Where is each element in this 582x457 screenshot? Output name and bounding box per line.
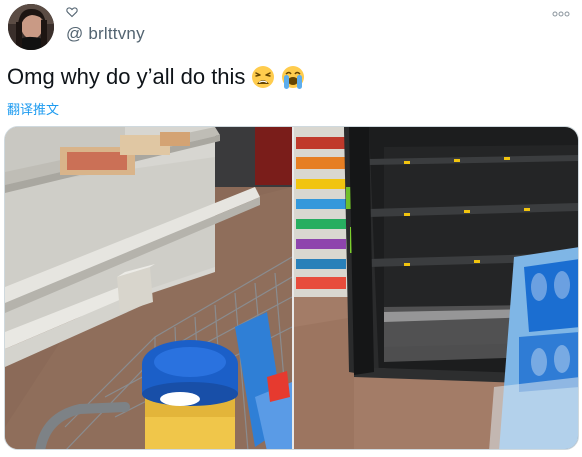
user-handle[interactable]: @ brlttvny [66,24,145,44]
tweet-text-row: Omg why do y’all do this [7,64,305,90]
tweet-card: @ brlttvny Omg why do y’all do this 翻译推文 [0,0,582,457]
empty-fridge-aisle-image [294,127,578,449]
loudly-crying-face-emoji-icon [282,66,305,89]
photo-empty-shelves-cart[interactable] [5,127,292,449]
heart-icon [66,7,78,18]
translate-tweet-link[interactable]: 翻译推文 [7,99,59,118]
avatar[interactable] [8,4,54,50]
avatar-image [8,4,54,50]
weary-face-emoji-icon [252,66,275,88]
tweet-text: Omg why do y’all do this [7,64,246,89]
more-options-icon[interactable] [551,10,571,18]
photo-empty-fridge-aisle[interactable] [294,127,578,449]
tweet-media-grid[interactable] [4,126,579,450]
empty-shelves-cart-image [5,127,292,449]
